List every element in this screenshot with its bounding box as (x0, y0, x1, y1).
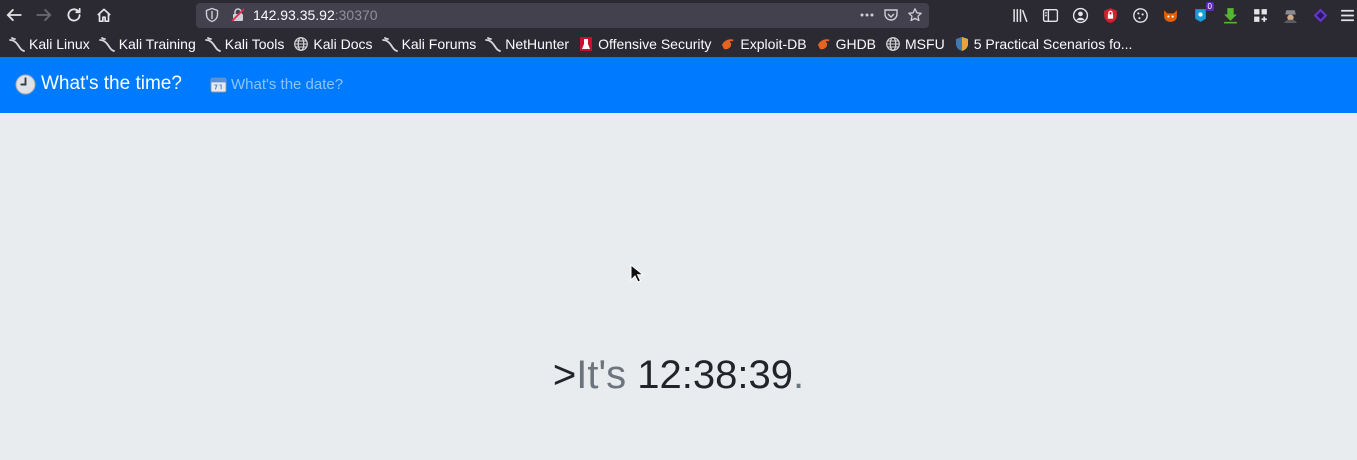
page-navbar: What's the time? What's the date? (0, 57, 1357, 113)
purple-diamond-extension-icon[interactable] (1310, 5, 1330, 25)
forward-arrow-icon[interactable] (33, 4, 55, 26)
bookmark-kali-linux[interactable]: Kali Linux (5, 33, 94, 55)
bookmark-practical-scenarios[interactable]: 5 Practical Scenarios fo... (950, 33, 1137, 55)
bookmark-label: Kali Training (118, 36, 196, 52)
address-bar[interactable]: 142.93.35.92:30370 (196, 3, 929, 28)
time-prefix: > (552, 353, 577, 397)
globe-icon (885, 36, 901, 52)
mouse-cursor-icon (630, 264, 644, 283)
exploitdb-icon (720, 36, 736, 52)
url-port: :30370 (334, 7, 378, 23)
kali-dragon-icon (381, 36, 398, 52)
bookmark-label: Exploit-DB (740, 36, 807, 52)
bookmark-label: MSFU (905, 36, 945, 52)
home-icon[interactable] (93, 4, 115, 26)
bookmark-kali-tools[interactable]: Kali Tools (201, 33, 289, 55)
offsec-icon (578, 36, 594, 52)
calendar-icon (210, 77, 227, 93)
library-icon[interactable] (1010, 5, 1030, 25)
hamburger-menu-icon[interactable] (1337, 5, 1357, 25)
bookmarks-toolbar: Kali Linux Kali Training Kali Tools Kali… (0, 31, 1357, 57)
bookmark-label: 5 Practical Scenarios fo... (973, 36, 1133, 52)
brand-title: What's the time? (41, 73, 182, 94)
navbar-brand[interactable]: What's the time? (15, 73, 182, 95)
bookmark-exploit-db[interactable]: Exploit-DB (716, 33, 810, 55)
bookmark-kali-forums[interactable]: Kali Forums (378, 33, 481, 55)
current-time: 12:38:39 (637, 353, 793, 397)
account-icon[interactable] (1070, 5, 1090, 25)
bookmark-offensive-security[interactable]: Offensive Security (574, 33, 715, 55)
time-suffix: . (792, 353, 805, 397)
nav-link-date[interactable]: What's the date? (210, 76, 343, 93)
kali-dragon-icon (204, 36, 221, 52)
kali-dragon-icon (9, 36, 25, 52)
bookmark-ghdb[interactable]: GHDB (812, 33, 880, 55)
nav-link-label: What's the date? (231, 76, 344, 93)
bookmark-label: Kali Forums (401, 36, 477, 52)
time-display: >It's 12:38:39. (0, 350, 1357, 400)
cookie-icon[interactable] (1130, 5, 1150, 25)
bookmark-label: NetHunter (505, 36, 570, 52)
ublock-icon[interactable] (1100, 5, 1120, 25)
bookmark-msfu[interactable]: MSFU (881, 33, 949, 55)
grid-extension-icon[interactable] (1250, 5, 1270, 25)
main-content: >It's 12:38:39. (0, 113, 1357, 460)
tracking-shield-icon[interactable] (204, 7, 220, 23)
back-arrow-icon[interactable] (3, 4, 25, 26)
bookmark-kali-training[interactable]: Kali Training (95, 33, 200, 55)
kali-dragon-icon (485, 36, 502, 52)
notification-count-badge: 0 (1205, 2, 1214, 11)
shield-bookmark-icon (954, 36, 970, 52)
spy-extension-icon[interactable] (1280, 5, 1300, 25)
bookmark-kali-docs[interactable]: Kali Docs (289, 33, 376, 55)
notification-extension-icon[interactable]: 0 (1190, 2, 1214, 25)
reload-icon[interactable] (63, 4, 85, 26)
foxyproxy-icon[interactable] (1160, 5, 1180, 25)
bookmark-label: GHDB (835, 36, 877, 52)
globe-icon (293, 36, 309, 52)
browser-toolbar: 142.93.35.92:30370 0 (0, 0, 1357, 31)
page-actions-ellipsis-icon[interactable] (858, 6, 876, 24)
pocket-icon[interactable] (882, 6, 900, 24)
bookmark-nethunter[interactable]: NetHunter (481, 33, 573, 55)
insecure-lock-icon[interactable] (230, 7, 246, 23)
url-text[interactable]: 142.93.35.92:30370 (253, 7, 378, 23)
bookmark-label: Kali Linux (29, 36, 90, 52)
kali-dragon-icon (98, 36, 115, 52)
bookmark-label: Kali Docs (313, 36, 373, 52)
url-host: 142.93.35.92 (253, 7, 335, 23)
bookmark-label: Kali Tools (224, 36, 285, 52)
its-text: It's (576, 353, 627, 397)
sidebar-icon[interactable] (1040, 5, 1060, 25)
clock-icon (15, 74, 36, 94)
exploitdb-icon (816, 36, 832, 52)
bookmark-star-icon[interactable] (906, 6, 924, 24)
download-icon[interactable] (1220, 5, 1240, 25)
bookmark-label: Offensive Security (598, 36, 712, 52)
